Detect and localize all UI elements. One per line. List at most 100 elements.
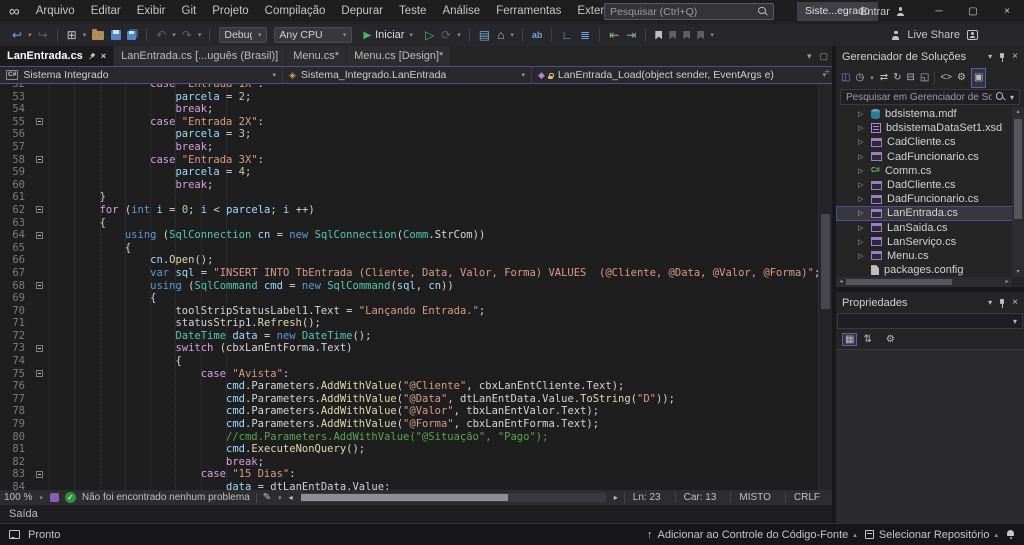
code-line-66[interactable]: 66 cn.Open(); [0, 254, 818, 267]
menu-item-compilação[interactable]: Compilação [257, 0, 334, 23]
tree-horizontal-scrollbar[interactable]: ◂ ▸ [836, 277, 1012, 287]
toggle-bookmark-icon[interactable] [655, 30, 663, 40]
tab-lanentrada-cs[interactable]: LanEntrada.cs × [0, 46, 114, 66]
scroll-left-icon[interactable]: ◂ [289, 493, 293, 502]
chevron-down-icon[interactable]: ▾ [197, 31, 203, 39]
expand-arrow-icon[interactable]: ▷ [858, 110, 866, 118]
code-line-69[interactable]: 69 { [0, 292, 818, 305]
code-line-80[interactable]: 80 //cmd.Parameters.AddWithValue("@Situa… [0, 431, 818, 444]
code-line-54[interactable]: 54 break; [0, 103, 818, 116]
minimize-button[interactable]: ─ [922, 0, 956, 23]
zoom-level[interactable]: 100 % [4, 492, 32, 503]
pin-icon[interactable] [998, 298, 1006, 308]
line-indicator[interactable]: Ln: 23 [623, 492, 669, 503]
menu-item-exibir[interactable]: Exibir [129, 0, 174, 23]
expand-arrow-icon[interactable]: ▷ [858, 224, 866, 232]
scroll-up-icon[interactable]: ▴ [1012, 107, 1024, 117]
feedback-icon[interactable] [967, 30, 978, 40]
code-line-63[interactable]: 63 { [0, 217, 818, 230]
code-line-61[interactable]: 61 } [0, 191, 818, 204]
code-line-82[interactable]: 82 break; [0, 456, 818, 469]
float-window-icon[interactable]: ▢ [819, 51, 828, 62]
editor-vertical-scrollbar[interactable] [818, 84, 832, 490]
alphabetical-icon[interactable]: ⇅ [863, 334, 871, 345]
undo-icon[interactable]: ↶ [154, 25, 168, 45]
properties-icon[interactable]: ⚙ [957, 69, 966, 87]
notifications-bell-icon[interactable] [1006, 529, 1015, 540]
open-file-icon[interactable] [92, 28, 105, 40]
expand-arrow-icon[interactable]: ▷ [858, 181, 866, 189]
scrollbar-thumb[interactable] [1014, 119, 1022, 219]
chevron-down-icon[interactable]: ▾ [1010, 93, 1014, 102]
start-debugging-button[interactable]: ▶ Iniciar ▾ [357, 26, 420, 44]
tree-item-dadfuncionario.cs[interactable]: ▷ DadFuncionario.cs [836, 192, 1024, 206]
project-dropdown[interactable]: C# Sistema Integrado ▾ [0, 67, 283, 83]
collapse-all-icon[interactable]: ⊟ [906, 69, 914, 87]
pending-changes-filter-icon[interactable]: ◷ [855, 69, 864, 87]
preview-selected-items-icon[interactable]: ◱ [920, 69, 929, 87]
new-project-icon[interactable]: ⊞ [65, 25, 79, 45]
scrollbar-thumb[interactable] [821, 214, 830, 309]
tree-item-comm.cs[interactable]: ▷ C# Comm.cs [836, 164, 1024, 178]
scroll-left-icon[interactable]: ◂ [836, 277, 846, 287]
split-editor-handle[interactable]: ÷ [825, 67, 831, 78]
solution-explorer-search[interactable]: Pesquisar em Gerenciador de Soluções ▾ [840, 89, 1020, 105]
navigate-to-icon[interactable]: ab [530, 25, 545, 45]
solution-explorer-header[interactable]: Gerenciador de Soluções ▾ × [836, 46, 1024, 67]
feedback-icon[interactable] [9, 530, 20, 539]
sign-in-button[interactable]: Entrar [860, 0, 905, 23]
code-line-78[interactable]: 78 cmd.Parameters.AddWithValue("@Valor",… [0, 405, 818, 418]
run-to-cursor-icon[interactable]: ∟ [559, 25, 575, 45]
code-line-72[interactable]: 72 DateTime data = new DateTime(); [0, 330, 818, 343]
expand-arrow-icon[interactable]: ▷ [858, 138, 866, 146]
code-line-74[interactable]: 74 { [0, 355, 818, 368]
code-line-76[interactable]: 76 cmd.Parameters.AddWithValue("@Cliente… [0, 380, 818, 393]
restore-button[interactable]: ▢ [956, 0, 990, 23]
clear-bookmarks-icon[interactable] [697, 30, 705, 40]
code-line-71[interactable]: 71 statusStrip1.Refresh(); [0, 317, 818, 330]
close-icon[interactable]: × [1012, 297, 1018, 308]
menu-item-análise[interactable]: Análise [434, 0, 488, 23]
chevron-down-icon[interactable]: ▾ [456, 31, 462, 39]
output-window-collapsed[interactable]: Saída [0, 505, 832, 523]
menu-item-editar[interactable]: Editar [83, 0, 129, 23]
tree-item-lansaida.cs[interactable]: ▷ LanSaida.cs [836, 221, 1024, 235]
property-pages-icon[interactable]: ⚙ [886, 334, 895, 345]
chevron-down-icon[interactable]: ▾ [988, 298, 992, 307]
code-line-57[interactable]: 57 break; [0, 141, 818, 154]
code-line-77[interactable]: 77 cmd.Parameters.AddWithValue("@Data", … [0, 393, 818, 406]
select-repository-button[interactable]: Selecionar Repositório ▴ [864, 529, 998, 541]
code-line-58[interactable]: 58 case "Entrada 3X": [0, 154, 818, 167]
code-line-70[interactable]: 70 toolStripStatusLabel1.Text = "Lançand… [0, 305, 818, 318]
tree-item-cadcliente.cs[interactable]: ▷ CadCliente.cs [836, 135, 1024, 149]
chevron-down-icon[interactable]: ▾ [38, 494, 44, 502]
code-line-68[interactable]: 68 using (SqlCommand cmd = new SqlComman… [0, 280, 818, 293]
redo-icon[interactable]: ↷ [180, 25, 194, 45]
interactive-window-icon[interactable]: ≣ [578, 25, 592, 45]
code-editor[interactable]: 52 case "Entrada 1X": 53 parcela = 2; 54 b… [0, 84, 818, 490]
fold-collapse-icon[interactable] [36, 231, 43, 239]
expand-arrow-icon[interactable]: ▷ [858, 124, 866, 132]
fold-collapse-icon[interactable] [36, 206, 43, 214]
menu-item-arquivo[interactable]: Arquivo [28, 0, 83, 23]
code-line-73[interactable]: 73 switch (cbxLanEntForma.Text) [0, 342, 818, 355]
expand-arrow-icon[interactable]: ▷ [858, 238, 866, 246]
close-button[interactable]: × [990, 0, 1024, 23]
chevron-down-icon[interactable]: ▾ [171, 31, 177, 39]
chevron-down-icon[interactable]: ▾ [82, 31, 88, 39]
scroll-down-icon[interactable]: ▾ [1012, 267, 1024, 277]
live-share-button[interactable]: Live Share [907, 29, 960, 41]
tree-vertical-scrollbar[interactable]: ▴ ▾ [1012, 107, 1024, 277]
code-line-64[interactable]: 64 using (SqlConnection cn = new SqlConn… [0, 229, 818, 242]
tree-item-packages.config[interactable]: packages.config [836, 263, 1024, 277]
code-line-55[interactable]: 55 case "Entrada 2X": [0, 116, 818, 129]
pin-icon[interactable] [998, 52, 1006, 62]
view-code-icon[interactable]: <> [940, 69, 952, 87]
eol-indicator[interactable]: CRLF [784, 492, 828, 503]
tab-menu-cs-design-[interactable]: Menu.cs [Design]* [347, 46, 451, 66]
properties-header[interactable]: Propriedades ▾ × [836, 292, 1024, 313]
show-all-files-icon[interactable]: ▣ [970, 67, 987, 88]
chevron-down-icon[interactable]: ▾ [869, 74, 875, 82]
menu-item-depurar[interactable]: Depurar [333, 0, 391, 23]
code-line-53[interactable]: 53 parcela = 2; [0, 91, 818, 104]
